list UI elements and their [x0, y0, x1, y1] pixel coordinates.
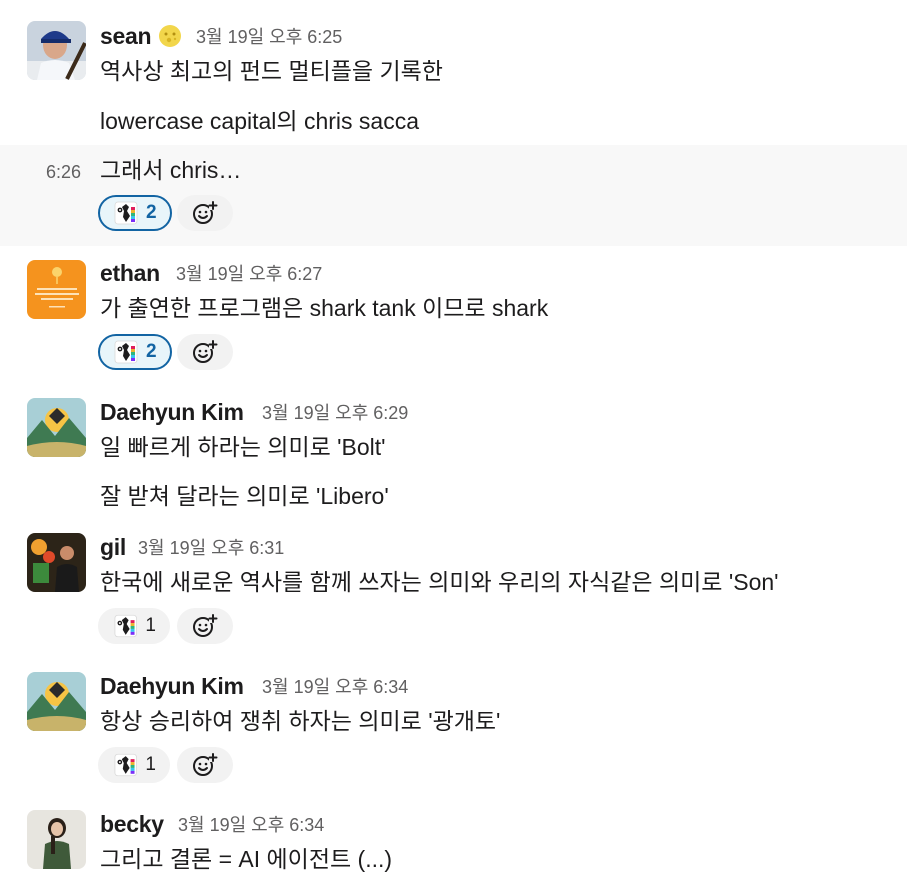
- message-text: 역사상 최고의 펀드 멀티플을 기록한: [100, 58, 443, 84]
- username[interactable]: ethan: [100, 259, 160, 287]
- parrot-icon: [112, 751, 139, 779]
- username[interactable]: becky: [100, 810, 164, 838]
- add-reaction-button[interactable]: [177, 195, 233, 231]
- avatar-daehyun-kim[interactable]: [27, 672, 86, 731]
- message-timestamp[interactable]: 3월 19일 오후 6:34: [178, 813, 324, 837]
- add-reaction-icon: [191, 612, 219, 640]
- message-text: 그리고 결론 = AI 에이전트 (...): [100, 846, 393, 872]
- add-reaction-button[interactable]: [177, 747, 233, 783]
- avatar-daehyun-kim[interactable]: [27, 398, 86, 457]
- message-timestamp[interactable]: 3월 19일 오후 6:31: [138, 536, 284, 560]
- message-text: 가 출연한 프로그램은 shark tank 이므로 shark: [100, 295, 549, 321]
- reaction-count: 2: [146, 341, 157, 362]
- message-text: 일 빠르게 하라는 의미로 'Bolt': [100, 434, 386, 460]
- username[interactable]: sean: [100, 22, 152, 50]
- reaction-parrot[interactable]: 1: [98, 747, 170, 783]
- parrot-icon: [112, 199, 140, 227]
- message-timestamp[interactable]: 3월 19일 오후 6:34: [262, 675, 408, 699]
- add-reaction-button[interactable]: [177, 608, 233, 644]
- reaction-count: 1: [145, 615, 156, 636]
- message-text: 그래서 chris…: [100, 157, 242, 183]
- add-reaction-button[interactable]: [177, 334, 233, 370]
- avatar-sean[interactable]: [27, 21, 86, 80]
- reaction-parrot[interactable]: 2: [98, 334, 172, 370]
- message-timestamp[interactable]: 3월 19일 오후 6:27: [176, 262, 322, 286]
- reaction-count: 2: [146, 202, 157, 223]
- message-text: 항상 승리하여 쟁취 하자는 의미로 '광개토': [100, 708, 501, 734]
- message-text: 잘 받쳐 달라는 의미로 'Libero': [100, 483, 389, 509]
- avatar-gil[interactable]: [27, 533, 86, 592]
- parrot-icon: [112, 612, 139, 640]
- message-timestamp[interactable]: 3월 19일 오후 6:29: [262, 401, 408, 425]
- moon-face-icon: [158, 24, 182, 48]
- reaction-parrot[interactable]: 2: [98, 195, 172, 231]
- message-text: lowercase capital의 chris sacca: [100, 108, 420, 134]
- add-reaction-icon: [191, 751, 219, 779]
- username[interactable]: Daehyun Kim: [100, 398, 244, 426]
- parrot-icon: [112, 338, 140, 366]
- reaction-count: 1: [145, 754, 156, 775]
- message-timestamp[interactable]: 3월 19일 오후 6:25: [196, 25, 342, 49]
- add-reaction-icon: [191, 199, 219, 227]
- side-timestamp[interactable]: 6:26: [46, 160, 81, 184]
- add-reaction-icon: [191, 338, 219, 366]
- username[interactable]: Daehyun Kim: [100, 672, 244, 700]
- username[interactable]: gil: [100, 533, 126, 561]
- reaction-parrot[interactable]: 1: [98, 608, 170, 644]
- avatar-ethan[interactable]: [27, 260, 86, 319]
- avatar-becky[interactable]: [27, 810, 86, 869]
- message-text: 한국에 새로운 역사를 함께 쓰자는 의미와 우리의 자식같은 의미로 'Son…: [100, 569, 779, 595]
